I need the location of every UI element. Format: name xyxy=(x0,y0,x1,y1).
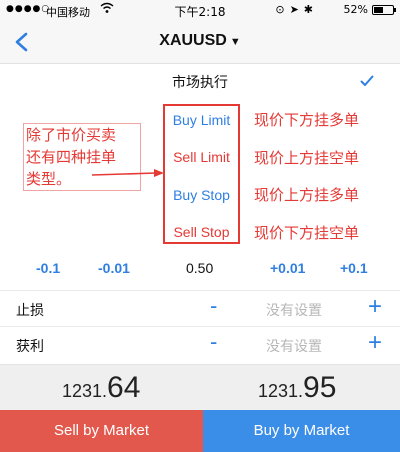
buy-price-pips: 95 xyxy=(303,371,337,404)
take-profit-minus-button[interactable]: - xyxy=(210,329,217,355)
buy-by-market-button[interactable]: Buy by Market xyxy=(203,410,400,452)
take-profit-plus-button[interactable]: + xyxy=(368,329,382,357)
sell-price: 1231.64 xyxy=(62,371,140,405)
volume-minus-0-01-button[interactable]: -0.01 xyxy=(98,260,130,276)
stop-loss-input[interactable]: 没有设置 xyxy=(266,300,322,320)
checkmark-icon xyxy=(360,72,374,91)
volume-minus-0-1-button[interactable]: -0.1 xyxy=(36,260,60,276)
volume-plus-0-1-button[interactable]: +0.1 xyxy=(340,260,368,276)
volume-plus-0-01-button[interactable]: +0.01 xyxy=(270,260,305,276)
battery-percent: 52% xyxy=(343,3,368,16)
sell-price-main: 1231. xyxy=(62,381,108,401)
buy-price-main: 1231. xyxy=(258,381,304,401)
order-description: 现价上方挂空单 xyxy=(254,149,360,167)
volume-adjust-row: -0.1 -0.01 0.50 +0.01 +0.1 xyxy=(0,256,400,284)
battery-fill xyxy=(374,7,384,13)
annotation-line: 还有四种挂单 xyxy=(26,148,117,166)
take-profit-label: 获利 xyxy=(16,339,44,355)
execution-type-label: 市场执行 xyxy=(172,75,228,91)
take-profit-row: 获利 - 没有设置 + xyxy=(0,326,400,362)
bluetooth-icon: ✱ xyxy=(303,3,318,16)
rotation-lock-icon: ⊙ xyxy=(275,3,290,16)
dropdown-caret-icon: ▼ xyxy=(229,36,241,48)
order-type-sell-stop[interactable]: Sell Stop xyxy=(165,224,238,240)
buy-price: 1231.95 xyxy=(258,371,336,405)
symbol-title: XAUUSD xyxy=(159,32,227,49)
clock: 下午2:18 xyxy=(174,5,226,19)
stop-loss-label: 止损 xyxy=(16,303,44,319)
sell-by-market-button[interactable]: Sell by Market xyxy=(0,410,203,452)
order-description: 现价下方挂空单 xyxy=(254,224,360,242)
order-type-buy-stop[interactable]: Buy Stop xyxy=(165,187,238,203)
execution-type-row[interactable]: 市场执行 xyxy=(0,64,400,98)
price-bar: 1231.64 1231.95 xyxy=(0,364,400,410)
take-profit-input[interactable]: 没有设置 xyxy=(266,336,322,356)
battery-icon xyxy=(372,5,396,15)
stop-loss-minus-button[interactable]: - xyxy=(210,293,217,319)
status-bar: ●●●●○ 中国移动 下午2:18 ⊙➤✱ 52% xyxy=(0,0,400,20)
location-icon: ➤ xyxy=(289,3,304,16)
stop-loss-plus-button[interactable]: + xyxy=(368,293,382,321)
symbol-selector[interactable]: XAUUSD ▼ xyxy=(0,32,400,50)
system-icons: ⊙➤✱ xyxy=(275,3,318,16)
nav-bar: XAUUSD ▼ xyxy=(0,20,400,64)
pending-order-types: Buy Limit Sell Limit Buy Stop Sell Stop xyxy=(163,104,240,244)
order-type-buy-limit[interactable]: Buy Limit xyxy=(165,112,238,128)
order-description: 现价下方挂多单 xyxy=(254,111,360,129)
order-description: 现价上方挂多单 xyxy=(254,186,360,204)
stop-loss-row: 止损 - 没有设置 + xyxy=(0,290,400,326)
annotation-arrow-icon xyxy=(92,169,164,177)
sell-price-pips: 64 xyxy=(107,371,141,404)
order-type-sell-limit[interactable]: Sell Limit xyxy=(165,149,238,165)
volume-value[interactable]: 0.50 xyxy=(186,260,213,276)
annotation-line: 除了市价买卖 xyxy=(26,126,117,144)
